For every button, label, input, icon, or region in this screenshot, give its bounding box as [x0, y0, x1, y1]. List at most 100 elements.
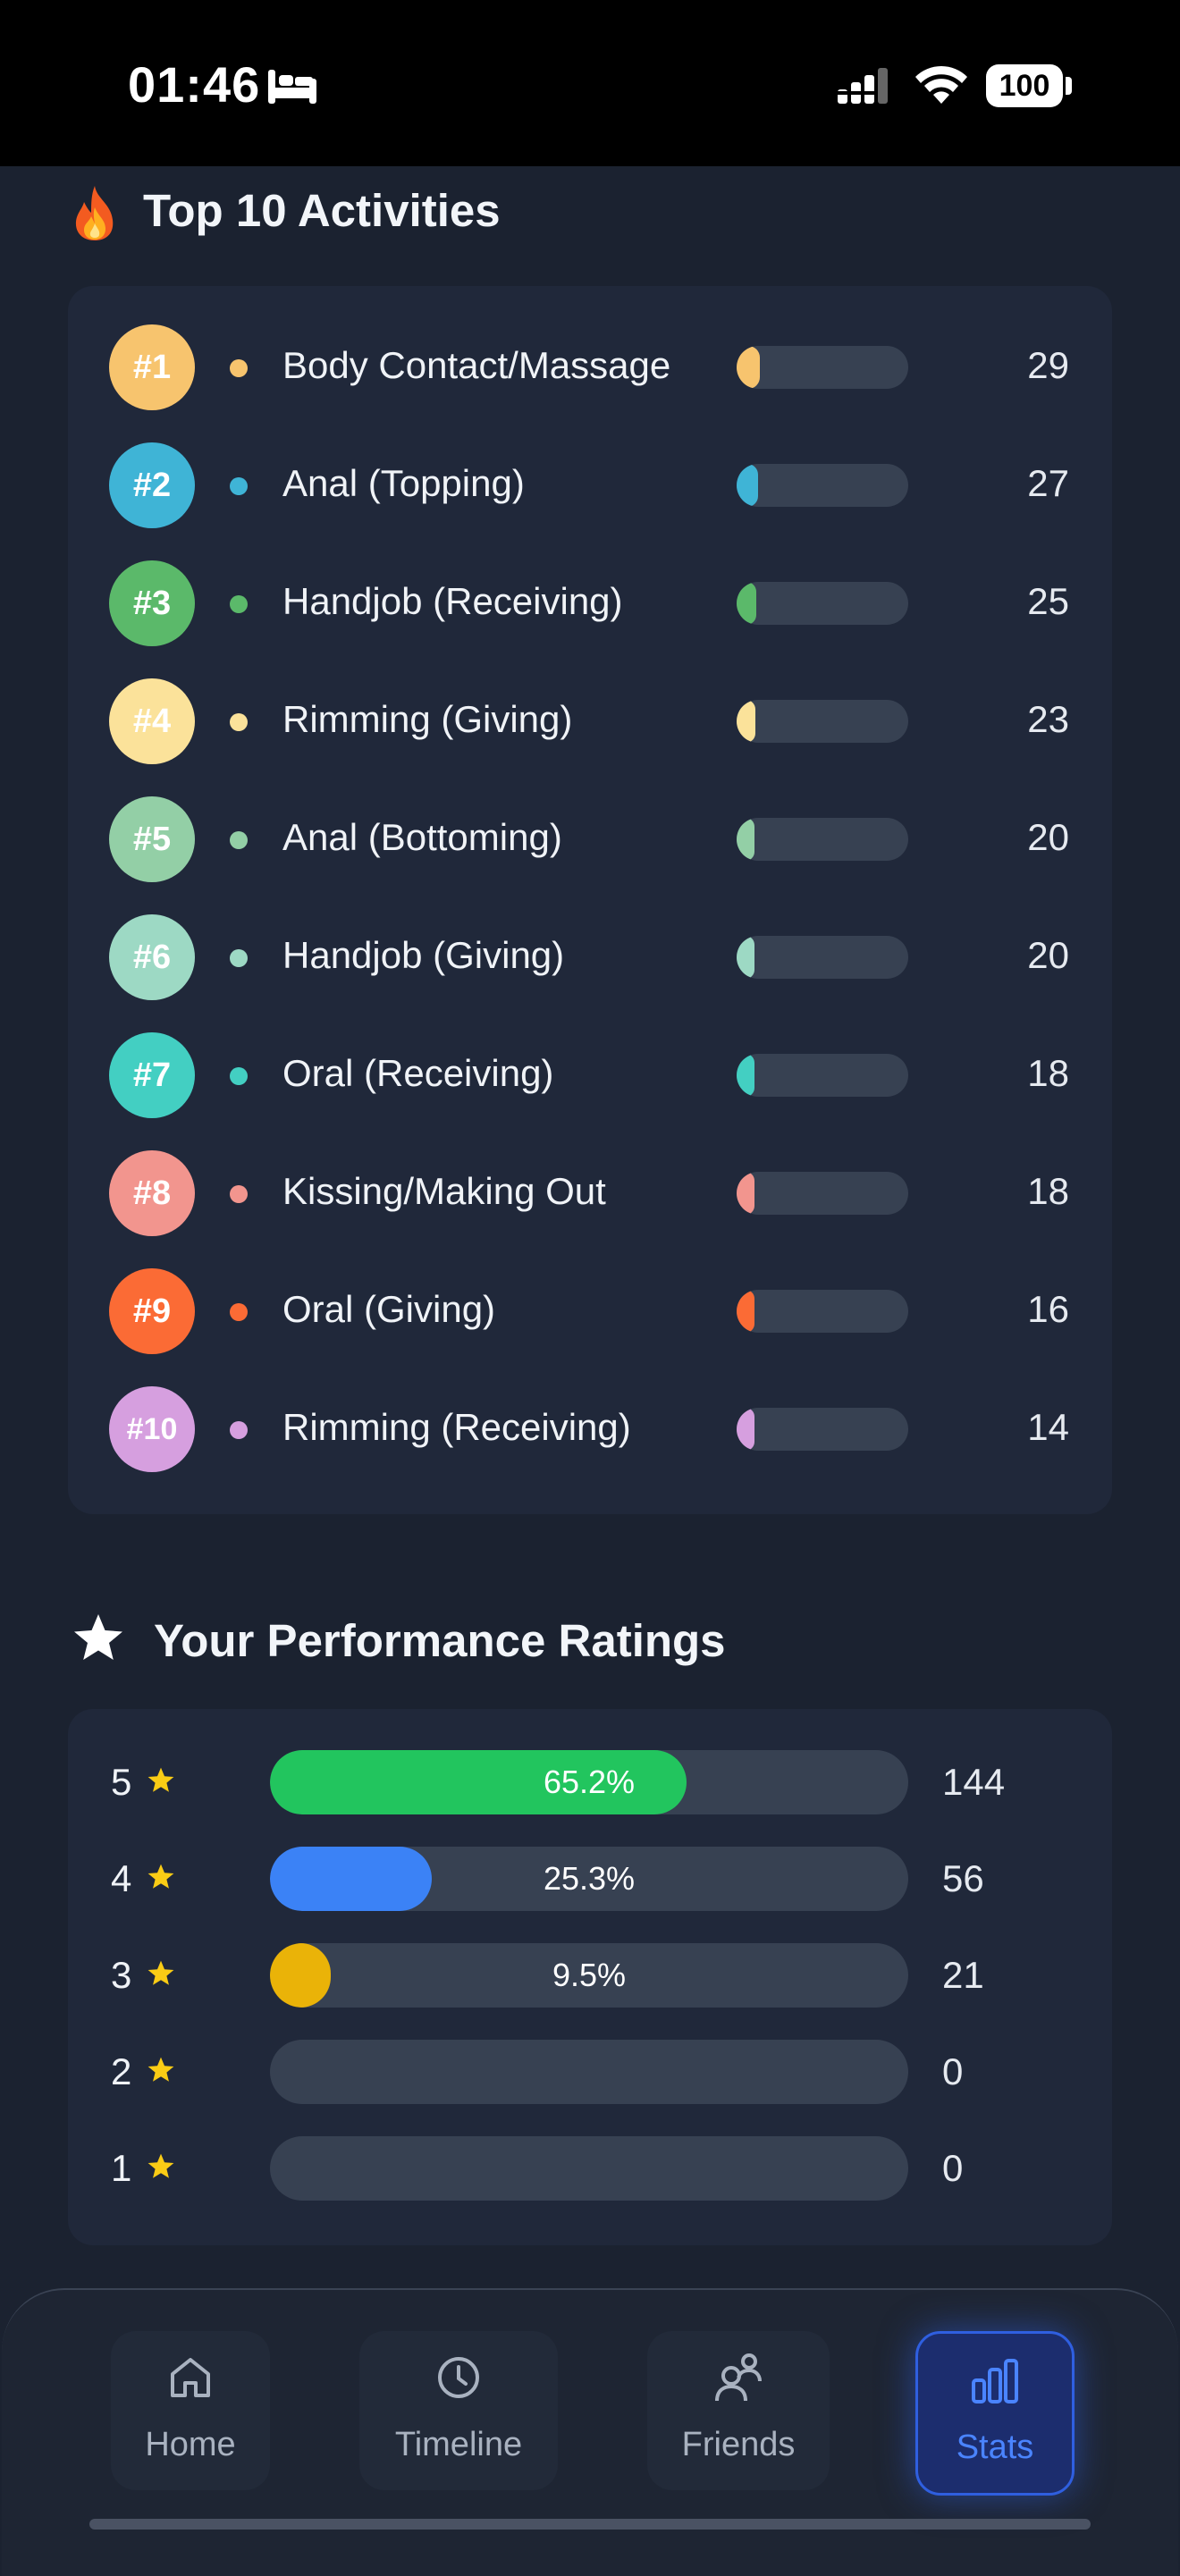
rating-count: 144	[942, 1761, 1006, 1803]
rank-badge: #5	[109, 796, 195, 882]
rating-row: 10	[0, 2136, 1180, 2201]
activity-count: 27	[1027, 462, 1069, 504]
activity-row: #4 Rimming (Giving) 23	[0, 662, 1180, 780]
rating-count: 21	[942, 1954, 984, 1996]
bed-icon	[268, 70, 316, 104]
activity-bar-fill	[737, 936, 754, 979]
star-icon	[148, 2057, 174, 2082]
activity-bar-track	[737, 1054, 908, 1097]
rating-percent-label: 25.3%	[543, 1860, 636, 1897]
rank-badge: #8	[109, 1150, 195, 1236]
color-dot	[230, 1185, 248, 1203]
activity-bar-track	[737, 700, 908, 743]
rating-count: 0	[942, 2147, 964, 2189]
bar-chart-icon	[972, 2359, 1018, 2403]
nav-stats[interactable]: Stats	[915, 2331, 1075, 2496]
activity-bar-fill	[737, 346, 760, 389]
activity-label: Oral (Giving)	[282, 1288, 496, 1330]
activity-label: Kissing/Making Out	[282, 1170, 606, 1212]
activity-count: 18	[1027, 1170, 1069, 1212]
rank-badge: #6	[109, 914, 195, 1000]
star-icon	[74, 1614, 122, 1660]
rank-badge: #1	[109, 324, 195, 410]
activity-label: Anal (Topping)	[282, 462, 525, 504]
activity-bar-fill	[737, 1172, 754, 1215]
nav-friends-label: Friends	[681, 2426, 796, 2463]
color-dot	[230, 477, 248, 495]
activity-label: Handjob (Receiving)	[282, 580, 623, 622]
top-activities-title: Top 10 Activities	[143, 185, 501, 236]
rank-badge: #7	[109, 1032, 195, 1118]
activity-bar-track	[737, 936, 908, 979]
activity-bar-fill	[737, 1290, 754, 1333]
activity-row: #1 Body Contact/Massage 29	[0, 308, 1180, 426]
wifi-icon	[915, 65, 967, 104]
clock-icon	[438, 2357, 479, 2398]
activity-count: 14	[1027, 1406, 1069, 1448]
nav-home[interactable]: Home	[111, 2331, 270, 2490]
activity-label: Rimming (Receiving)	[282, 1406, 631, 1448]
fire-icon	[70, 184, 120, 246]
signal-icon	[838, 68, 888, 104]
rating-row: 5 65.2% 144	[0, 1750, 1180, 1814]
color-dot	[230, 1303, 248, 1321]
rating-bar-track: 65.2%	[270, 1750, 908, 1814]
status-time: 01:46	[128, 56, 261, 113]
activity-bar-fill	[737, 818, 754, 861]
activity-row: #3 Handjob (Receiving) 25	[0, 544, 1180, 662]
activity-bar-track	[737, 346, 908, 389]
color-dot	[230, 713, 248, 731]
color-dot	[230, 595, 248, 613]
star-icon	[148, 1960, 174, 1985]
nav-stats-label: Stats	[956, 2429, 1034, 2466]
color-dot	[230, 949, 248, 967]
activity-count: 18	[1027, 1052, 1069, 1094]
rating-percent-label: 9.5%	[552, 1957, 627, 1993]
rating-stars-number: 2	[111, 2050, 132, 2092]
rating-stars-number: 4	[111, 1857, 132, 1899]
rank-badge: #10	[109, 1386, 195, 1472]
rating-percent-label: 65.2%	[543, 1764, 636, 1800]
nav-timeline[interactable]: Timeline	[359, 2331, 558, 2490]
activity-row: #6 Handjob (Giving) 20	[0, 898, 1180, 1016]
rating-row: 3 9.5% 21	[0, 1943, 1180, 2008]
rating-bar-track	[270, 2136, 908, 2201]
activity-count: 20	[1027, 934, 1069, 976]
battery-tip	[1066, 77, 1072, 95]
rank-badge: #4	[109, 678, 195, 764]
nav-timeline-label: Timeline	[394, 2426, 523, 2463]
activity-count: 20	[1027, 816, 1069, 858]
rating-bar-track: 9.5%	[270, 1943, 908, 2008]
nav-home-label: Home	[145, 2426, 236, 2463]
color-dot	[230, 831, 248, 849]
rating-count: 0	[942, 2050, 964, 2092]
activity-row: #8 Kissing/Making Out 18	[0, 1134, 1180, 1252]
rating-bar-track	[270, 2040, 908, 2104]
nav-friends[interactable]: Friends	[647, 2331, 830, 2490]
activity-count: 16	[1027, 1288, 1069, 1330]
activity-row: #5 Anal (Bottoming) 20	[0, 780, 1180, 898]
activity-label: Anal (Bottoming)	[282, 816, 562, 858]
rank-badge: #3	[109, 560, 195, 646]
activity-bar-fill	[737, 464, 758, 507]
activity-label: Body Contact/Massage	[282, 344, 671, 386]
star-icon	[148, 1767, 174, 1792]
activity-bar-track	[737, 1290, 908, 1333]
activity-row: #9 Oral (Giving) 16	[0, 1252, 1180, 1370]
color-dot	[230, 359, 248, 377]
rank-badge: #9	[109, 1268, 195, 1354]
activity-bar-fill	[737, 700, 755, 743]
rating-stars-number: 5	[111, 1761, 132, 1803]
home-indicator	[89, 2519, 1091, 2530]
home-icon	[171, 2358, 210, 2397]
activity-row: #2 Anal (Topping) 27	[0, 426, 1180, 544]
activity-row: #7 Oral (Receiving) 18	[0, 1016, 1180, 1134]
rank-badge: #2	[109, 442, 195, 528]
battery-indicator: 100	[986, 64, 1063, 107]
color-dot	[230, 1067, 248, 1085]
activity-bar-track	[737, 818, 908, 861]
rating-row: 20	[0, 2040, 1180, 2104]
activity-bar-fill	[737, 1408, 754, 1451]
rating-stars-number: 3	[111, 1954, 132, 1996]
activity-count: 25	[1027, 580, 1069, 622]
